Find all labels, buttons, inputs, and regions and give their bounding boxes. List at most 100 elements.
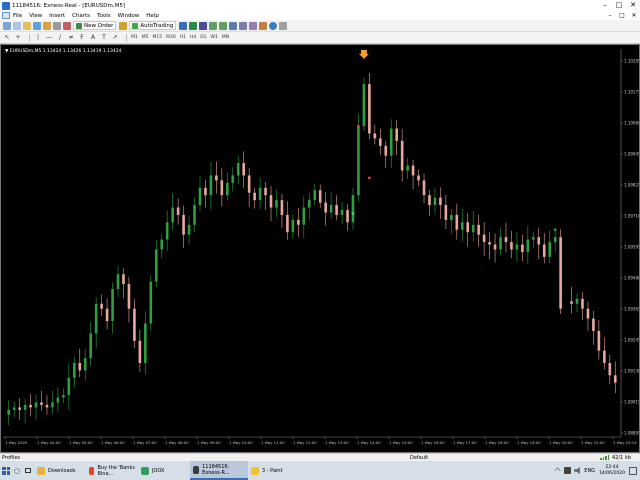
chart-window-icon[interactable] (2, 12, 10, 19)
timeframe-h1[interactable]: H1 (180, 35, 186, 40)
candle-body (422, 180, 426, 196)
arrows-icon[interactable]: ↗ (111, 34, 119, 42)
metaeditor-icon[interactable] (119, 21, 128, 30)
price-tick-label: 1.10175 (624, 90, 639, 95)
candlestick-icon[interactable] (189, 21, 198, 30)
timeframe-w1[interactable]: W1 (211, 35, 218, 40)
mdi-close-button[interactable]: ✕ (628, 12, 640, 19)
notifications-icon[interactable] (629, 466, 637, 475)
menu-charts[interactable]: Charts (72, 13, 90, 19)
terminal-icon[interactable] (53, 21, 61, 30)
clock[interactable]: 22:44 14/06/2020 (599, 465, 625, 477)
zoom-in-icon[interactable] (209, 21, 218, 30)
task-view-icon[interactable] (22, 461, 34, 480)
timeframe-m30[interactable]: M30 (166, 35, 176, 40)
navigator-icon[interactable] (43, 21, 51, 30)
zoom-out-icon[interactable] (219, 21, 228, 30)
taskbar-app[interactable]: JOOX (138, 461, 190, 480)
taskbar-app[interactable]: 11184516: Exness-R... (190, 461, 248, 480)
strategy-tester-icon[interactable] (63, 21, 71, 30)
vertical-line-icon[interactable]: | (34, 34, 42, 42)
candle-body (247, 175, 251, 193)
candle-body (34, 402, 38, 408)
new-chart-icon[interactable] (3, 21, 11, 30)
bar-chart-icon[interactable] (179, 21, 188, 30)
candle-body (428, 195, 431, 206)
app-icon (89, 466, 95, 475)
data-window-icon[interactable] (33, 21, 41, 30)
taskbar-app[interactable]: 3 - Paint (248, 461, 298, 480)
cursor-icon[interactable]: ↖ (3, 34, 11, 42)
candle-body (553, 237, 557, 243)
tile-windows-icon[interactable] (229, 21, 238, 30)
menu-view[interactable]: View (29, 13, 42, 19)
volume-icon[interactable] (574, 467, 580, 474)
mdi-minimize-button[interactable]: – (604, 12, 616, 19)
mdi-restore-button[interactable]: □ (616, 12, 628, 19)
candle-body (362, 84, 366, 127)
autotrading-button[interactable]: AutoTrading (129, 21, 177, 30)
candle-body (532, 237, 535, 240)
label-icon[interactable]: T (100, 34, 108, 42)
price-tick-label: 1.08895 (624, 431, 639, 436)
candle-body (318, 190, 322, 203)
auto-scroll-icon[interactable] (239, 21, 248, 30)
periods-icon[interactable] (269, 21, 278, 30)
market-watch-icon[interactable] (23, 21, 31, 30)
channel-icon[interactable]: ≠ (67, 34, 75, 42)
timeframe-d1[interactable]: D1 (200, 35, 206, 40)
app-icon (193, 465, 200, 474)
candle-body (324, 202, 327, 213)
time-tick-label: 1 May 13:00 (325, 440, 349, 445)
taskbar-app[interactable]: Downloads (34, 461, 86, 480)
candle-body (7, 409, 11, 415)
tray-chevron-icon[interactable] (554, 467, 561, 474)
candle-body (297, 219, 300, 225)
timeframe-m1[interactable]: M1 (131, 35, 138, 40)
timeframe-h4[interactable]: H4 (190, 35, 196, 40)
start-button[interactable] (0, 461, 12, 480)
trendline-icon[interactable]: / (56, 34, 64, 42)
taskbar-app[interactable]: Buy the 'Banks Bina... (86, 461, 138, 480)
minimize-button[interactable]: – (598, 0, 612, 11)
menu-window[interactable]: Window (118, 13, 140, 19)
profiles-icon[interactable] (13, 21, 21, 30)
chart-shift-icon[interactable] (249, 21, 258, 30)
close-button[interactable]: ✕ (626, 0, 640, 11)
horizontal-line-icon[interactable]: — (45, 34, 53, 42)
candle-body (389, 128, 393, 156)
menu-insert[interactable]: Insert (49, 13, 65, 19)
signal-dot (553, 228, 557, 232)
price-tick-label: 1.09710 (624, 214, 639, 219)
timeframe-mn[interactable]: MN (222, 35, 229, 40)
language-indicator[interactable]: ENG (584, 468, 595, 474)
templates-icon[interactable] (279, 21, 288, 30)
menu-help[interactable]: Help (146, 13, 159, 19)
time-tick-label: 1 May 2020 (5, 440, 28, 445)
price-tick-label: 1.09595 (624, 245, 639, 250)
timeframe-m5[interactable]: M5 (142, 35, 149, 40)
price-chart[interactable]: ▼ EURUSDm,M5 1.13424 1.13426 1.13419 1.1… (1, 45, 639, 452)
crosshair-icon[interactable]: + (14, 34, 22, 42)
candle-body (493, 244, 497, 250)
new-order-button[interactable]: New Order (73, 21, 117, 30)
text-icon[interactable]: A (89, 34, 97, 42)
maximize-button[interactable]: □ (612, 0, 626, 11)
candle-body (340, 209, 344, 215)
chart-window[interactable]: ▼ EURUSDm,M5 1.13424 1.13426 1.13419 1.1… (0, 44, 640, 453)
taskbar-app-label: Buy the 'Banks Bina... (97, 464, 135, 477)
search-icon[interactable]: ○ (12, 461, 22, 480)
profiles-label[interactable]: Profiles (2, 455, 20, 461)
indicators-icon[interactable] (259, 21, 268, 30)
timeframe-m15[interactable]: M15 (153, 35, 163, 40)
menu-tools[interactable]: Tools (97, 13, 111, 19)
line-chart-icon[interactable] (199, 21, 208, 30)
fibonacci-icon[interactable]: F (78, 34, 86, 42)
candle-body (488, 242, 491, 245)
sell-arrow-marker (358, 49, 369, 59)
candle-body (499, 237, 502, 250)
taskbar-app-label: 11184516: Exness-R... (202, 463, 230, 476)
menu-file[interactable]: File (13, 13, 22, 19)
network-icon[interactable] (564, 467, 572, 474)
app-icon (2, 1, 10, 10)
